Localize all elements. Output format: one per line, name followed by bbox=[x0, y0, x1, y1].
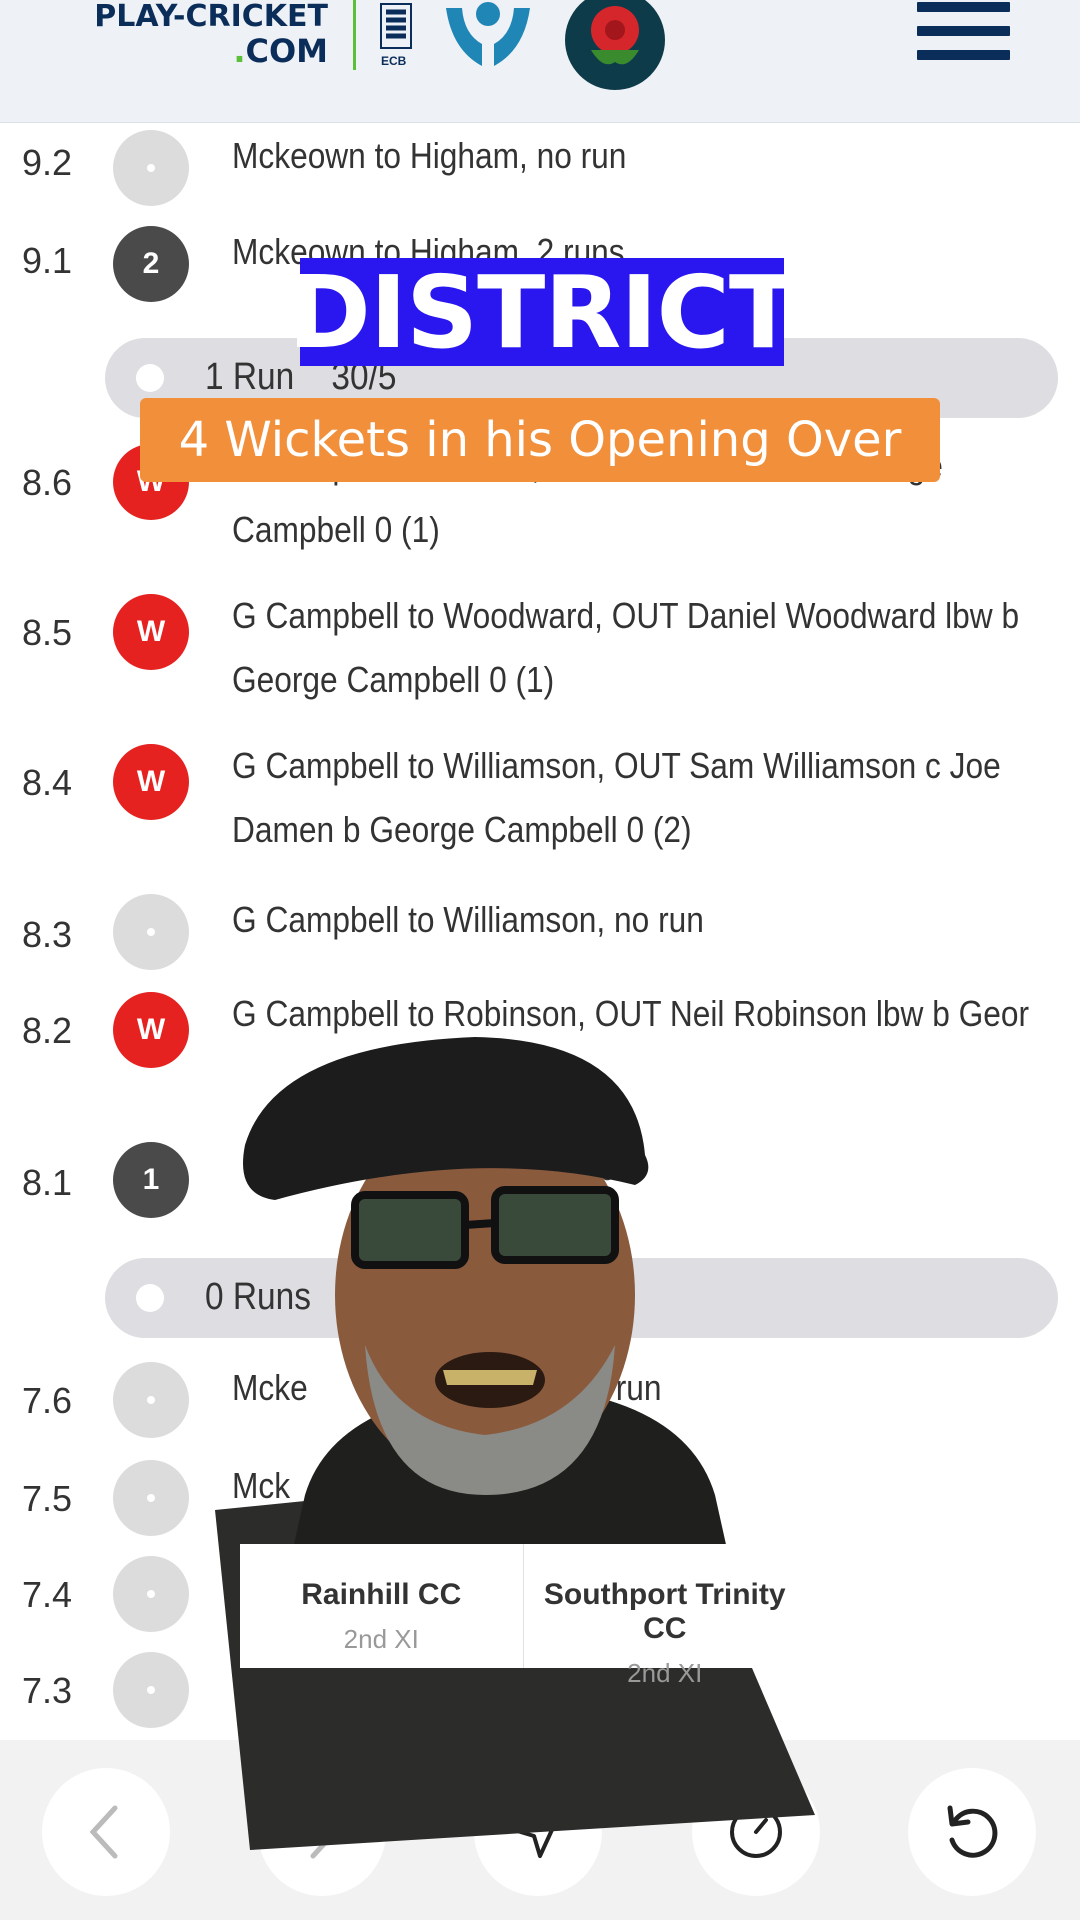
dot-ball-badge bbox=[113, 894, 189, 970]
over-number: 9.1 bbox=[22, 240, 73, 281]
hamburger-menu-icon[interactable] bbox=[917, 2, 1010, 64]
play-cricket-logo[interactable]: PLAY-CRICKET .COM bbox=[78, 0, 328, 68]
ball-description: Mckeown to Higham, no run bbox=[232, 135, 627, 176]
logo-line2: COM bbox=[245, 32, 328, 70]
ecb-label: ECB bbox=[381, 54, 407, 68]
over-number: 8.1 bbox=[22, 1162, 73, 1203]
wicket-ball-badge: W bbox=[113, 594, 189, 670]
ecb-crest-icon bbox=[380, 3, 412, 49]
over-number: 7.5 bbox=[22, 1478, 73, 1519]
logo-dot: . bbox=[233, 32, 246, 70]
away-team-xi: 2nd XI bbox=[627, 1658, 703, 1688]
runs-ball-badge: 1 bbox=[113, 1142, 189, 1218]
match-teams-card: Rainhill CC 2nd XI Southport Trinity CC … bbox=[240, 1544, 807, 1688]
away-team-name: Southport Trinity CC bbox=[543, 1578, 786, 1645]
over-number: 8.6 bbox=[22, 462, 73, 503]
back-icon[interactable] bbox=[42, 1768, 170, 1896]
dot-ball-badge bbox=[113, 130, 189, 206]
dot-ball-badge bbox=[113, 1652, 189, 1728]
refresh-icon[interactable] bbox=[908, 1768, 1036, 1896]
ball-description: G Campbell to Woodward, OUT Daniel Woodw… bbox=[232, 595, 1020, 700]
dot-ball-badge bbox=[113, 1556, 189, 1632]
over-number: 8.2 bbox=[22, 1010, 73, 1051]
away-team[interactable]: Southport Trinity CC 2nd XI bbox=[522, 1544, 807, 1688]
home-team-name: Rainhill CC bbox=[301, 1578, 462, 1611]
ball-description: G Campbell to Williamson, no run bbox=[232, 899, 704, 940]
over-number: 7.6 bbox=[22, 1380, 73, 1421]
presenter-video-overlay bbox=[215, 1037, 815, 1850]
logo-line1: PLAY-CRICKET bbox=[94, 0, 328, 34]
over-number: 8.4 bbox=[22, 762, 73, 803]
overlay-subtitle: 4 Wickets in his Opening Over bbox=[140, 398, 940, 482]
over-number: 7.4 bbox=[22, 1574, 73, 1615]
home-team-xi: 2nd XI bbox=[343, 1624, 419, 1654]
dot-ball-badge bbox=[113, 1460, 189, 1536]
lancashire-rose-icon bbox=[565, 0, 665, 90]
ball-description: G Campbell to Williamson, OUT Sam Willia… bbox=[232, 745, 1001, 850]
logo-divider bbox=[353, 0, 356, 70]
home-team[interactable]: Rainhill CC 2nd XI bbox=[240, 1544, 523, 1668]
dot-ball-badge bbox=[113, 1362, 189, 1438]
runs-ball-badge: 2 bbox=[113, 226, 189, 302]
over-number: 8.5 bbox=[22, 612, 73, 653]
overlay-title: DISTRICT bbox=[287, 253, 797, 371]
app-header: PLAY-CRICKET .COM ECB bbox=[0, 0, 1080, 123]
sport-logo-icon bbox=[446, 2, 530, 66]
over-number: 8.3 bbox=[22, 914, 73, 955]
over-number: 9.2 bbox=[22, 142, 73, 183]
wicket-ball-badge: W bbox=[113, 744, 189, 820]
wicket-ball-badge: W bbox=[113, 992, 189, 1068]
over-number: 7.3 bbox=[22, 1670, 73, 1711]
